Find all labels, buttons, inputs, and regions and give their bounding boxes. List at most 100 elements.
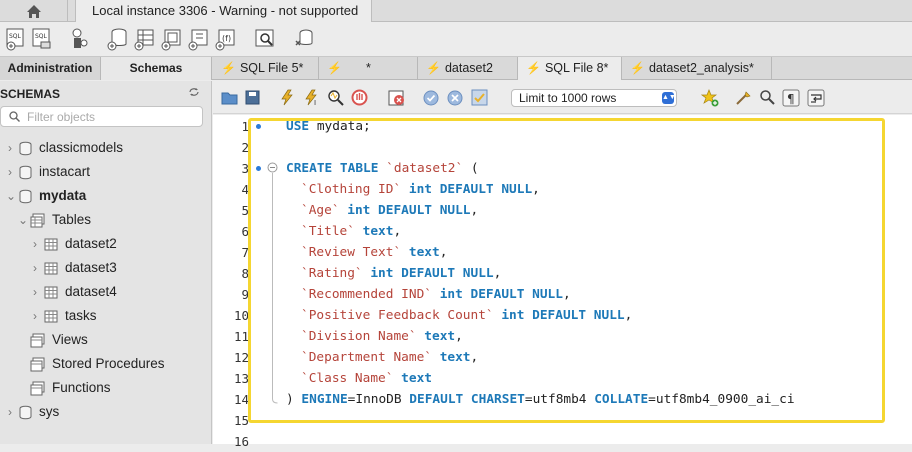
new-sql-tab-icon[interactable]: SQL (5, 27, 27, 51)
stop-icon[interactable] (351, 89, 368, 106)
connection-tab[interactable]: Local instance 3306 - Warning - not supp… (75, 0, 372, 22)
autocommit-icon[interactable] (471, 89, 488, 106)
window-tab-bar: Local instance 3306 - Warning - not supp… (0, 0, 912, 22)
tab-administration[interactable]: Administration (0, 57, 100, 80)
sql-text: =InnoDB (347, 392, 410, 407)
sql-keyword: CREATE TABLE (286, 161, 379, 176)
chevron-right-icon: › (33, 261, 37, 275)
svg-text:SQL: SQL (9, 33, 22, 40)
table-dataset3[interactable]: › dataset3 (0, 257, 212, 279)
sql-keyword: ENGINE (301, 392, 348, 407)
database-icon (19, 189, 32, 204)
table-icon (44, 262, 58, 275)
create-procedure-icon[interactable] (188, 27, 210, 51)
explain-icon[interactable] (327, 89, 345, 106)
line-number: 11 (233, 329, 249, 344)
sql-keyword: USE (286, 119, 310, 134)
line-number: 8 (241, 266, 249, 281)
sql-keyword: int DEFAULT NULL (401, 182, 533, 197)
invisible-chars-icon[interactable]: ¶ (782, 89, 800, 107)
filter-objects-input[interactable]: Filter objects (0, 106, 203, 127)
sql-text: ( (463, 161, 479, 176)
beautify-icon[interactable] (734, 89, 752, 107)
fold-collapse-icon[interactable] (267, 162, 278, 173)
code-line-14: ) ENGINE=InnoDB DEFAULT CHARSET=utf8mb4 … (286, 389, 795, 410)
schema-mydata[interactable]: ⌄ mydata (0, 185, 212, 207)
open-sql-file-icon[interactable]: SQL (31, 27, 53, 51)
commit-icon[interactable] (423, 90, 439, 106)
sql-identifier: `Department Name` (301, 350, 432, 365)
tree-label: Stored Procedures (52, 356, 165, 371)
home-tab[interactable] (0, 0, 68, 22)
line-number: 7 (241, 245, 249, 260)
tab-sql-file-5[interactable]: ⚡ SQL File 5* (213, 57, 319, 80)
functions-folder-icon (30, 381, 45, 396)
sql-identifier: `dataset2` (386, 161, 464, 176)
inspector-icon[interactable] (68, 27, 90, 51)
tab-label: SQL File 8* (544, 61, 609, 75)
tab-unsaved[interactable]: ⚡ * (319, 57, 418, 80)
sql-editor[interactable]: 1 2 3 4 5 6 7 8 9 10 11 12 13 14 15 16 U… (213, 115, 912, 449)
sql-identifier: `Age` (301, 203, 340, 218)
svg-text:SQL: SQL (35, 33, 48, 40)
tab-label: dataset2 (444, 61, 493, 75)
table-tasks[interactable]: › tasks (0, 305, 212, 327)
sql-keyword: int DEFAULT NULL (362, 266, 494, 281)
add-snippet-icon[interactable] (701, 89, 719, 107)
line-number: 3 (241, 161, 249, 176)
toggle-error-icon[interactable] (388, 89, 406, 107)
folder-views[interactable]: Views (0, 329, 212, 351)
line-number: 1 (241, 119, 249, 134)
folder-stored-procedures[interactable]: Stored Procedures (0, 353, 212, 375)
create-function-icon[interactable]: (f) (215, 27, 237, 51)
procedures-folder-icon (30, 357, 45, 372)
sql-keyword: int DEFAULT NULL (339, 203, 471, 218)
schema-instacart[interactable]: › instacart (0, 161, 212, 183)
create-view-icon[interactable] (161, 27, 183, 51)
schema-sys[interactable]: › sys (0, 401, 212, 423)
tab-label: * (365, 61, 371, 75)
rollback-icon[interactable] (447, 90, 463, 106)
folder-functions[interactable]: Functions (0, 377, 212, 399)
tab-label: dataset2_analysis* (648, 61, 754, 75)
table-dataset4[interactable]: › dataset4 (0, 281, 212, 303)
refresh-icon[interactable] (188, 87, 200, 97)
sql-keyword: DEFAULT CHARSET (409, 392, 525, 407)
main-toolbar: SQL SQL (f) (0, 23, 912, 57)
tab-schemas[interactable]: Schemas (100, 57, 212, 80)
line-number: 15 (233, 413, 249, 428)
find-icon[interactable] (759, 89, 775, 105)
tree-label: classicmodels (39, 140, 124, 155)
svg-text:¶: ¶ (787, 92, 795, 106)
save-icon[interactable] (245, 90, 260, 105)
database-icon (19, 405, 32, 420)
tab-dataset2-analysis[interactable]: ⚡ dataset2_analysis* (622, 57, 772, 80)
sql-text: , (624, 308, 633, 323)
schema-classicmodels[interactable]: › classicmodels (0, 137, 212, 159)
tab-dataset2[interactable]: ⚡ dataset2 (418, 57, 518, 80)
search-table-data-icon[interactable] (254, 27, 276, 51)
sql-text: =utf8mb4_0900_ai_ci (648, 392, 795, 407)
sql-identifier: `Class Name` (301, 371, 394, 386)
code-line-8: `Rating` int DEFAULT NULL, (301, 263, 501, 284)
chevron-right-icon: › (33, 285, 37, 299)
create-table-icon[interactable] (134, 27, 156, 51)
execute-current-icon[interactable]: I (303, 89, 321, 106)
execute-icon[interactable] (279, 89, 295, 106)
code-line-10: `Positive Feedback Count` int DEFAULT NU… (301, 305, 632, 326)
chevron-right-icon: › (8, 405, 12, 419)
sql-keyword: text (354, 224, 394, 239)
code-line-9: `Recommended IND` int DEFAULT NULL, (301, 284, 571, 305)
tab-sql-file-8[interactable]: ⚡ SQL File 8* (518, 57, 622, 80)
folder-tables[interactable]: ⌄ Tables (0, 209, 212, 231)
open-file-icon[interactable] (221, 90, 238, 105)
wrap-lines-icon[interactable] (807, 89, 825, 107)
table-dataset2[interactable]: › dataset2 (0, 233, 212, 255)
limit-rows-select[interactable]: Limit to 1000 rows ▲▼ (511, 89, 677, 107)
reconnect-icon[interactable] (293, 27, 315, 51)
table-icon (44, 286, 58, 299)
search-icon (9, 111, 20, 122)
tree-label: tasks (65, 308, 97, 323)
create-schema-icon[interactable] (107, 27, 129, 51)
sql-identifier: `Rating` (301, 266, 363, 281)
